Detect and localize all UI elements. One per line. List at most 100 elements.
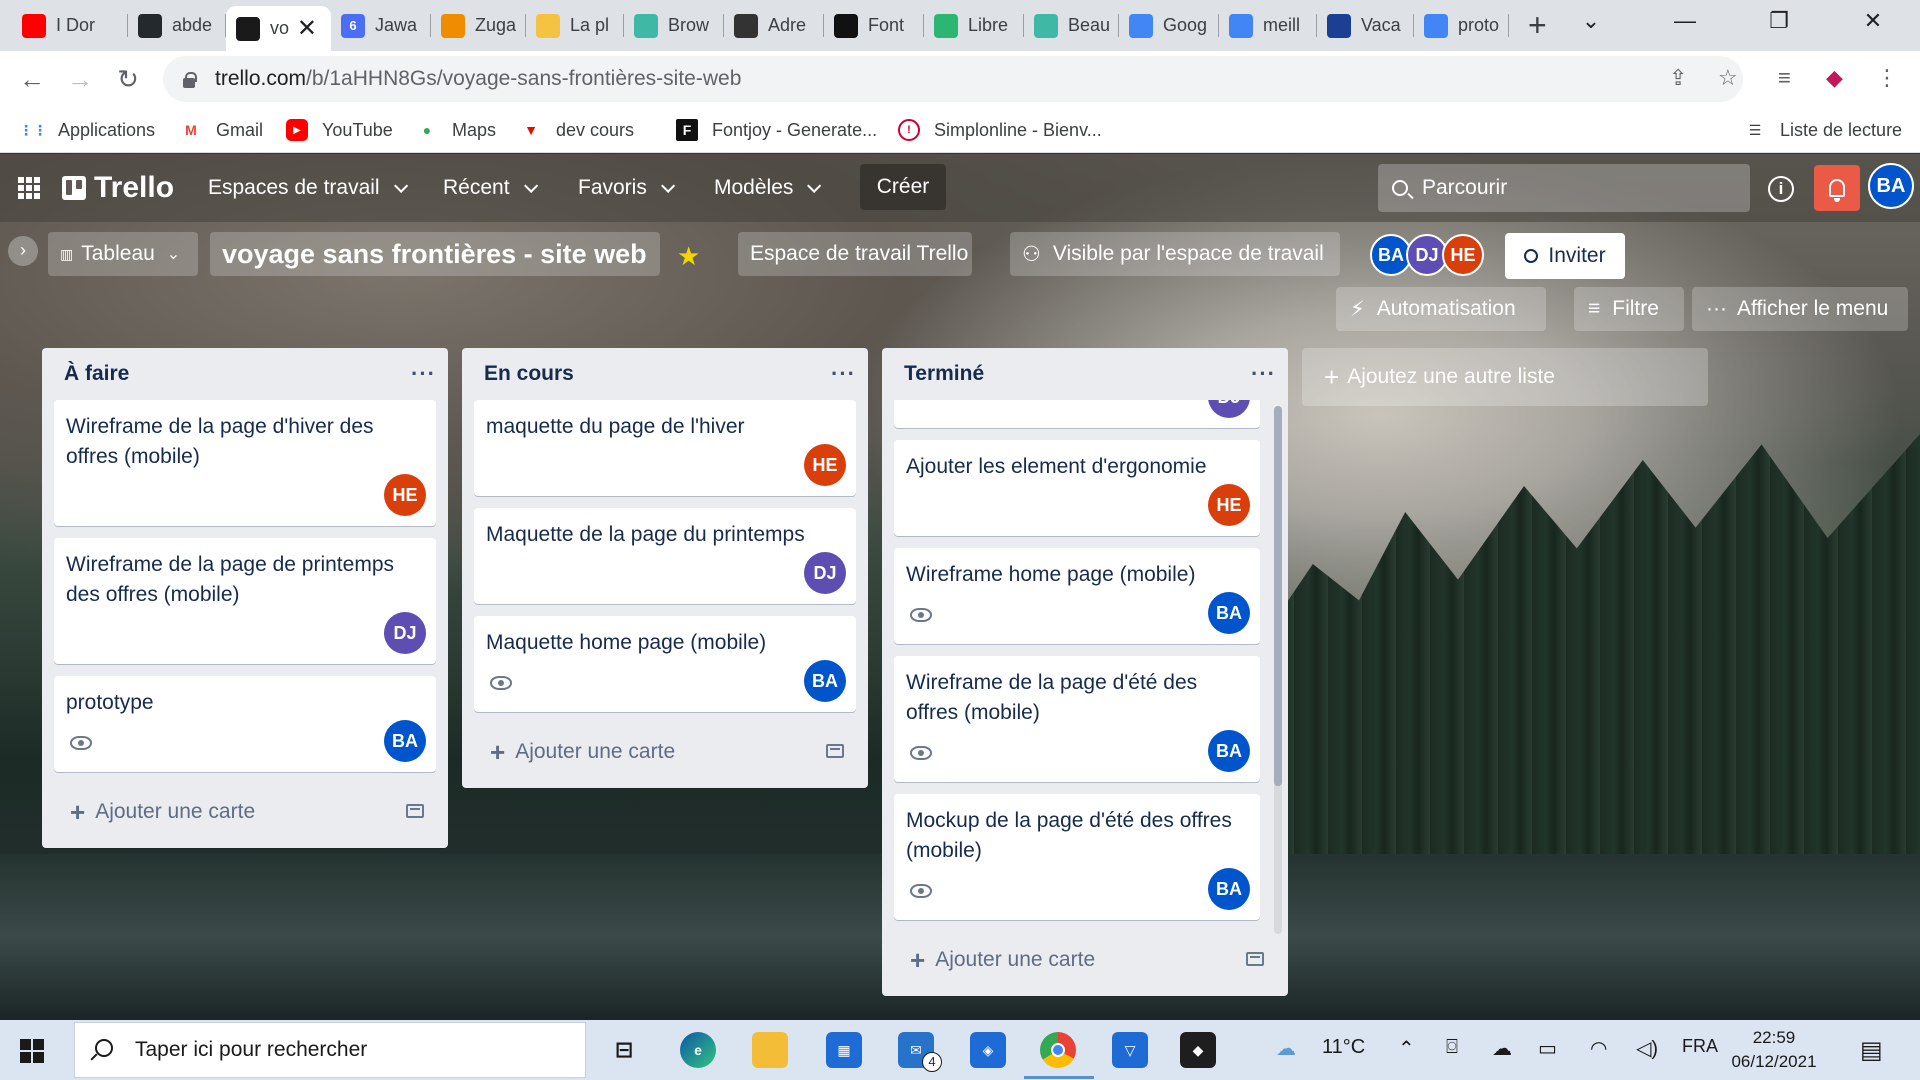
- add-list-button[interactable]: + Ajoutez une autre liste: [1302, 348, 1708, 406]
- invite-button[interactable]: Inviter: [1505, 233, 1625, 279]
- clock[interactable]: 22:59 06/12/2021: [1724, 1026, 1824, 1074]
- temperature[interactable]: 11°C: [1322, 1036, 1365, 1059]
- star-icon[interactable]: ★: [677, 241, 700, 272]
- file-explorer-icon[interactable]: [752, 1032, 788, 1068]
- automation-button[interactable]: ⚡ Automatisation: [1336, 287, 1546, 331]
- bookmark-applications[interactable]: ⋮⋮ Applications: [19, 117, 155, 143]
- list-cards-scroll[interactable]: DJ Ajouter les element d'ergonomieHE Wir…: [882, 400, 1272, 932]
- card[interactable]: DJ: [894, 400, 1260, 428]
- add-card-button[interactable]: + Ajouter une carte: [42, 784, 448, 840]
- card-member-avatar[interactable]: BA: [1208, 868, 1250, 910]
- card-member-avatar[interactable]: BA: [804, 660, 846, 702]
- tab-search-icon[interactable]: ⌄: [1544, 0, 1638, 44]
- weather-icon[interactable]: ☁: [1276, 1036, 1296, 1061]
- board-title[interactable]: voyage sans frontières - site web: [210, 232, 660, 276]
- card-member-avatar[interactable]: HE: [804, 444, 846, 486]
- nav-workspaces[interactable]: Espaces de travail: [208, 171, 408, 205]
- card[interactable]: Wireframe home page (mobile) BA: [894, 548, 1260, 644]
- card[interactable]: Wireframe de la page d'été des offres (m…: [894, 656, 1260, 782]
- chrome-icon[interactable]: [1040, 1032, 1076, 1068]
- sidebar-toggle-icon[interactable]: ›: [8, 236, 38, 266]
- card[interactable]: Wireframe de la page de printemps des of…: [54, 538, 436, 664]
- apps-switcher-icon[interactable]: [18, 177, 40, 199]
- add-card-button[interactable]: + Ajouter une carte: [462, 724, 868, 780]
- edge-icon[interactable]: e: [680, 1032, 716, 1068]
- create-button[interactable]: Créer: [860, 164, 946, 210]
- task-view-icon[interactable]: ⊟: [606, 1032, 642, 1068]
- forward-icon[interactable]: →: [62, 61, 98, 97]
- figma-icon[interactable]: ◆: [1180, 1032, 1216, 1068]
- card-member-avatar[interactable]: DJ: [384, 612, 426, 654]
- restore-button[interactable]: ❐: [1732, 0, 1826, 44]
- list-scrollbar-thumb[interactable]: [1274, 406, 1282, 786]
- browser-tab[interactable]: La pl: [526, 8, 624, 43]
- browser-tab[interactable]: abde: [128, 8, 226, 43]
- browser-tab[interactable]: 6 Jawa: [331, 8, 431, 43]
- bookmark-star-icon[interactable]: ☆: [1718, 65, 1738, 91]
- card-template-icon[interactable]: [406, 804, 424, 818]
- member-avatar[interactable]: HE: [1442, 234, 1484, 276]
- workspace-button[interactable]: Espace de travail Trello: [738, 232, 972, 276]
- browser-tab[interactable]: Beau: [1024, 8, 1119, 43]
- browser-tab[interactable]: Vaca: [1317, 8, 1414, 43]
- notifications-button[interactable]: [1814, 165, 1860, 211]
- show-menu-button[interactable]: ··· Afficher le menu: [1692, 287, 1908, 331]
- bookmark-simplonline[interactable]: ! Simplonline - Bienv...: [898, 117, 1102, 143]
- nav-recent[interactable]: Récent: [443, 171, 538, 205]
- menu-kebab-icon[interactable]: ⋮: [1876, 65, 1898, 91]
- nav-favorites[interactable]: Favoris: [578, 171, 676, 205]
- browser-tab[interactable]: Font: [824, 8, 924, 43]
- card[interactable]: Wireframe de la page d'hiver des offres …: [54, 400, 436, 526]
- browser-tab[interactable]: meill: [1219, 8, 1317, 43]
- list-header[interactable]: À faire ···: [42, 348, 448, 400]
- card-member-avatar[interactable]: HE: [384, 474, 426, 516]
- list-header[interactable]: Terminé ···: [882, 348, 1288, 400]
- bookmark-gmail[interactable]: M Gmail: [180, 117, 263, 143]
- bookmark-dev-cours[interactable]: ▼ dev cours: [520, 117, 634, 143]
- trello-logo[interactable]: Trello: [62, 171, 174, 205]
- vpn-icon[interactable]: ▽: [1112, 1032, 1148, 1068]
- browser-tab[interactable]: proto: [1414, 8, 1509, 43]
- browser-tab[interactable]: vo ✕: [226, 6, 331, 51]
- browser-tab[interactable]: Adre: [724, 8, 824, 43]
- azure-icon[interactable]: ◈: [970, 1032, 1006, 1068]
- wifi-icon[interactable]: ◠: [1590, 1036, 1607, 1061]
- reading-list-button[interactable]: ☰ Liste de lecture: [1744, 117, 1902, 143]
- info-icon[interactable]: i: [1768, 176, 1794, 202]
- volume-icon[interactable]: ◁): [1636, 1036, 1658, 1061]
- browser-tab[interactable]: Brow: [624, 8, 724, 43]
- close-window-button[interactable]: ✕: [1826, 0, 1920, 44]
- url-field[interactable]: trello.com/b/1aHHN8Gs/voyage-sans-fronti…: [163, 56, 1743, 102]
- reload-icon[interactable]: ↻: [110, 61, 146, 97]
- card-member-avatar[interactable]: HE: [1208, 484, 1250, 526]
- list-menu-icon[interactable]: ···: [1251, 361, 1276, 387]
- list-menu-icon[interactable]: ···: [831, 361, 856, 387]
- browser-tab[interactable]: I Dor: [12, 8, 128, 43]
- list-menu-icon[interactable]: ···: [411, 361, 436, 387]
- card-member-avatar[interactable]: DJ: [1208, 400, 1250, 418]
- bookmark-maps[interactable]: ● Maps: [416, 117, 496, 143]
- media-control-icon[interactable]: ≡: [1778, 65, 1791, 91]
- browser-tab[interactable]: Zuga: [431, 8, 526, 43]
- card[interactable]: prototype BA: [54, 676, 436, 772]
- onedrive-icon[interactable]: ☁: [1492, 1036, 1512, 1061]
- taskbar-search-input[interactable]: Taper ici pour rechercher: [74, 1022, 586, 1078]
- lock-icon[interactable]: [181, 71, 197, 88]
- share-icon[interactable]: ⇪: [1669, 65, 1687, 91]
- nav-templates[interactable]: Modèles: [714, 171, 822, 205]
- card[interactable]: Maquette home page (mobile) BA: [474, 616, 856, 712]
- bookmark-youtube[interactable]: ▶ YouTube: [286, 117, 393, 143]
- extension-icon[interactable]: ◆: [1826, 65, 1843, 91]
- tray-expand-icon[interactable]: ⌃: [1398, 1036, 1415, 1061]
- store-icon[interactable]: ▦: [826, 1032, 862, 1068]
- card[interactable]: maquette du page de l'hiver HE: [474, 400, 856, 496]
- card[interactable]: Maquette de la page du printemps DJ: [474, 508, 856, 604]
- card-template-icon[interactable]: [1246, 952, 1264, 966]
- visibility-button[interactable]: ⚇ Visible par l'espace de travail: [1010, 232, 1340, 276]
- minimize-button[interactable]: —: [1638, 0, 1732, 44]
- card-member-avatar[interactable]: DJ: [804, 552, 846, 594]
- meet-now-icon[interactable]: ⌼: [1446, 1036, 1458, 1059]
- search-input[interactable]: Parcourir: [1378, 164, 1750, 212]
- language-indicator[interactable]: FRA: [1682, 1036, 1718, 1057]
- list-header[interactable]: En cours ···: [462, 348, 868, 400]
